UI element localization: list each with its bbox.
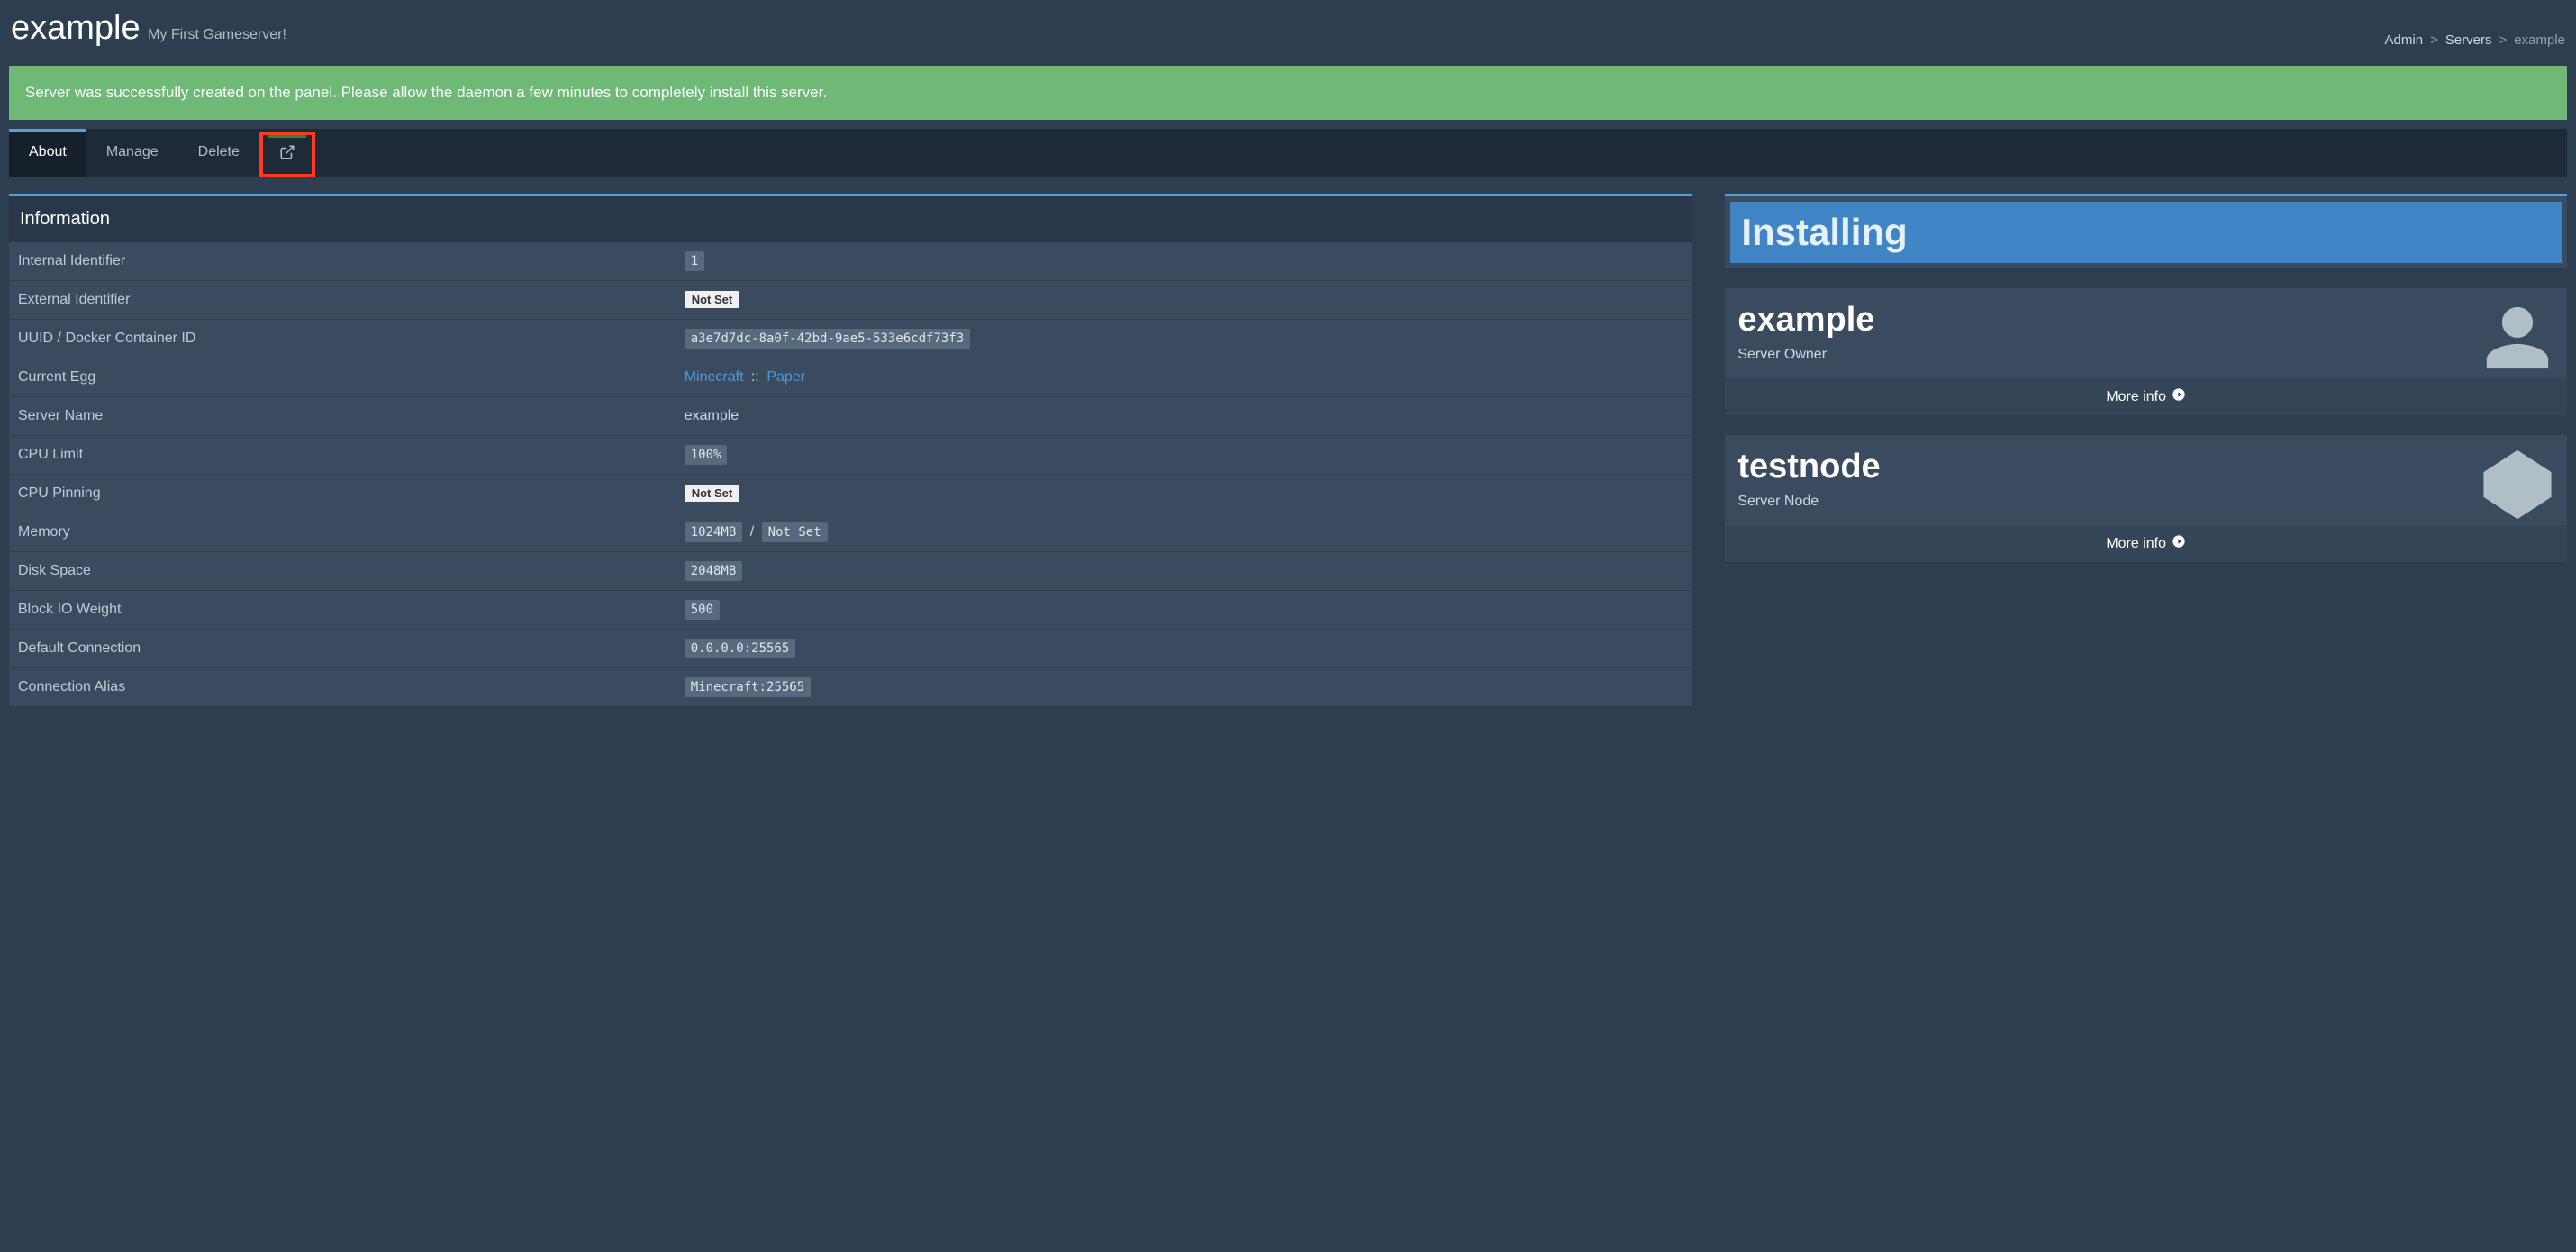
page-title: example	[11, 9, 141, 47]
label-disk: Disk Space	[18, 563, 685, 579]
tab-manage[interactable]: Manage	[86, 132, 178, 177]
value-external-id: Not Set	[685, 291, 740, 308]
row-server-name: Server Name example	[9, 397, 1692, 436]
row-internal-id: Internal Identifier 1	[9, 242, 1692, 281]
breadcrumb-current: example	[2514, 32, 2565, 48]
value-default-connection: 0.0.0.0:25565	[685, 639, 796, 658]
row-default-connection: Default Connection 0.0.0.0:25565	[9, 630, 1692, 668]
label-external-id: External Identifier	[18, 292, 685, 308]
status-badge: Installing	[1730, 202, 2562, 263]
egg-separator: ::	[751, 369, 759, 385]
link-egg[interactable]: Paper	[766, 369, 805, 385]
label-connection-alias: Connection Alias	[18, 679, 685, 695]
node-more-label: More info	[2106, 536, 2166, 552]
chevron-right-icon: >	[2430, 32, 2438, 48]
value-memory-swap: Not Set	[762, 522, 828, 542]
breadcrumb: Admin > Servers > example	[2385, 32, 2565, 48]
label-egg: Current Egg	[18, 369, 685, 386]
value-block-io: 500	[685, 600, 720, 620]
label-cpu-pinning: CPU Pinning	[18, 485, 685, 502]
arrow-right-circle-icon	[2172, 387, 2186, 406]
external-link-icon	[279, 144, 295, 165]
arrow-right-circle-icon	[2172, 534, 2186, 553]
success-alert: Server was successfully created on the p…	[9, 66, 2567, 120]
tab-bar: About Manage Delete	[9, 129, 2567, 177]
label-uuid: UUID / Docker Container ID	[18, 331, 685, 347]
value-cpu-limit: 100%	[685, 445, 728, 465]
owner-card-subtitle: Server Owner	[1737, 347, 2554, 363]
information-heading: Information	[9, 196, 1692, 242]
information-box: Information Internal Identifier 1 Extern…	[9, 194, 1692, 706]
link-nest[interactable]: Minecraft	[685, 369, 744, 385]
status-box: Installing	[1725, 194, 2567, 268]
row-egg: Current Egg Minecraft :: Paper	[9, 358, 1692, 397]
tab-delete[interactable]: Delete	[178, 132, 259, 177]
owner-more-info-button[interactable]: More info	[1725, 378, 2567, 415]
row-disk: Disk Space 2048MB	[9, 552, 1692, 591]
node-card: testnode Server Node More info	[1725, 435, 2567, 562]
label-block-io: Block IO Weight	[18, 602, 685, 618]
value-cpu-pinning: Not Set	[685, 485, 740, 502]
label-default-connection: Default Connection	[18, 640, 685, 657]
user-icon	[2481, 301, 2554, 379]
label-memory: Memory	[18, 524, 685, 540]
value-connection-alias: Minecraft:25565	[685, 677, 811, 697]
owner-more-label: More info	[2106, 389, 2166, 405]
row-connection-alias: Connection Alias Minecraft:25565	[9, 668, 1692, 706]
page-title-wrap: example My First Gameserver!	[11, 9, 286, 48]
row-cpu-pinning: CPU Pinning Not Set	[9, 475, 1692, 513]
codepen-icon	[2481, 448, 2554, 526]
tab-about[interactable]: About	[9, 129, 86, 177]
value-internal-id: 1	[685, 251, 704, 271]
node-card-title: testnode	[1737, 448, 2554, 486]
row-cpu-limit: CPU Limit 100%	[9, 436, 1692, 475]
owner-card-title: example	[1737, 301, 2554, 340]
label-server-name: Server Name	[18, 408, 685, 424]
value-uuid: a3e7d7dc-8a0f-42bd-9ae5-533e6cdf73f3	[685, 329, 970, 349]
breadcrumb-admin[interactable]: Admin	[2385, 32, 2424, 48]
value-disk: 2048MB	[685, 561, 743, 581]
row-memory: Memory 1024MB / Not Set	[9, 513, 1692, 552]
value-memory: 1024MB	[685, 522, 743, 542]
row-uuid: UUID / Docker Container ID a3e7d7dc-8a0f…	[9, 320, 1692, 358]
node-card-subtitle: Server Node	[1737, 494, 2554, 510]
label-cpu-limit: CPU Limit	[18, 447, 685, 463]
node-more-info-button[interactable]: More info	[1725, 525, 2567, 562]
value-server-name: example	[685, 408, 1684, 424]
chevron-right-icon: >	[2499, 32, 2508, 48]
row-block-io: Block IO Weight 500	[9, 591, 1692, 630]
page-subtitle: My First Gameserver!	[148, 27, 286, 42]
memory-slash: /	[750, 524, 754, 540]
row-external-id: External Identifier Not Set	[9, 281, 1692, 320]
label-internal-id: Internal Identifier	[18, 253, 685, 269]
breadcrumb-servers[interactable]: Servers	[2445, 32, 2492, 48]
owner-card: example Server Owner More info	[1725, 288, 2567, 415]
tab-open-external[interactable]	[259, 132, 315, 177]
